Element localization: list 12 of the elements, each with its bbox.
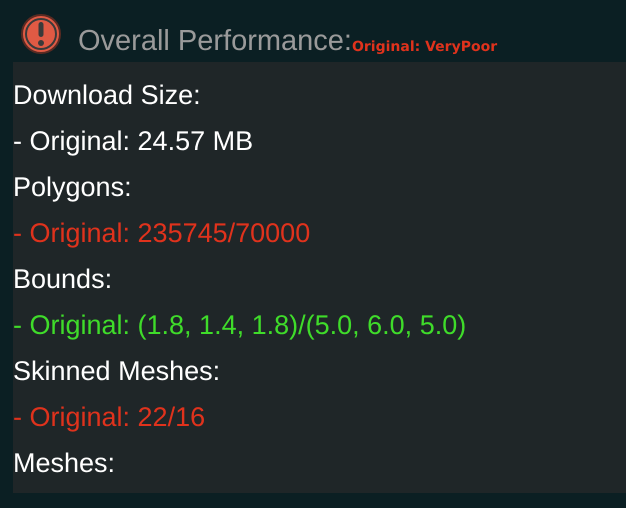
stat-label: Polygons: (13, 171, 133, 204)
stat-label: Meshes: (13, 447, 116, 480)
stat-value: - Original: 235745/70000 (13, 217, 312, 250)
stat-label: Download Size: (13, 79, 202, 112)
stat-label: Bounds: (13, 263, 114, 296)
alert-icon (20, 13, 62, 55)
stat-value: - Original: 24.57 MB (13, 125, 254, 158)
stat-value: - Original: (1.8, 1.4, 1.8)/(5.0, 6.0, 5.0) (13, 309, 468, 342)
panel-title: Overall Performance: (78, 27, 352, 56)
performance-rating: Original: VeryPoor (352, 40, 498, 54)
stat-label: Skinned Meshes: (13, 355, 222, 388)
stat-value: - Original: 22/16 (13, 401, 206, 434)
